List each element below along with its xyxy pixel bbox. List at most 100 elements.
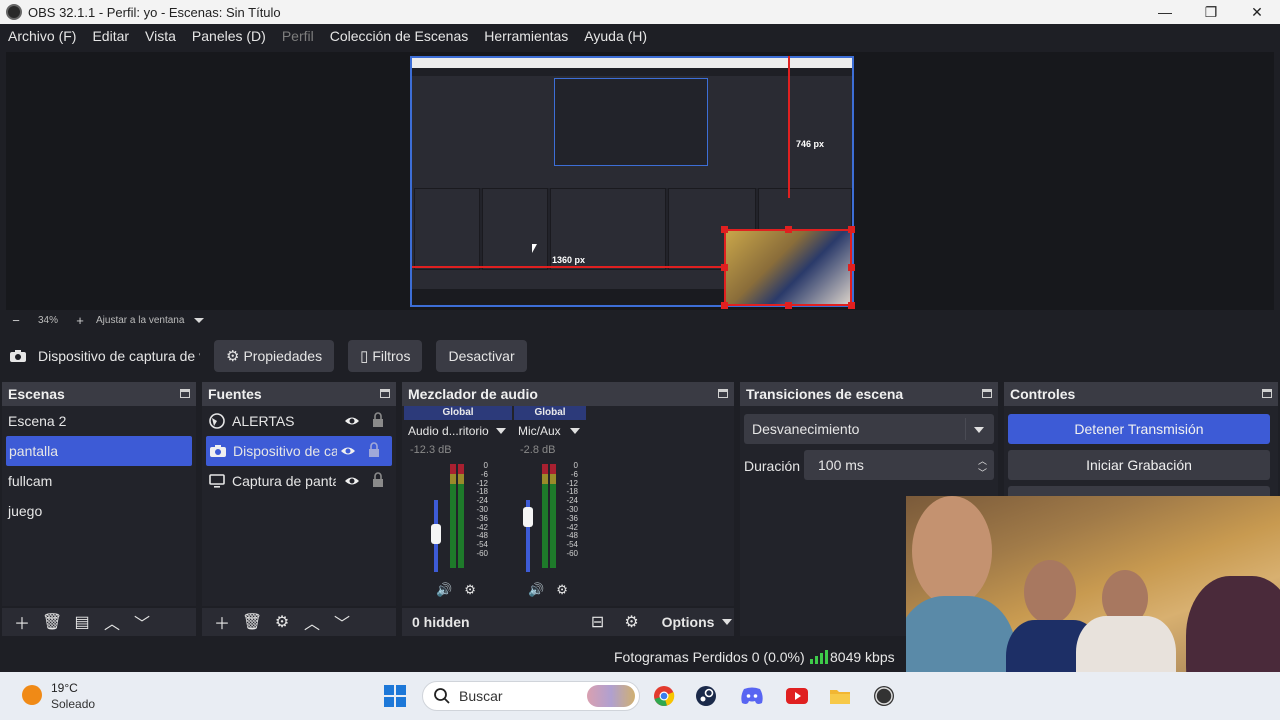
resize-handle[interactable] [848, 302, 855, 309]
chevron-down-icon[interactable] [570, 428, 580, 434]
resize-handle[interactable] [848, 226, 855, 233]
volume-fader-knob[interactable] [523, 506, 533, 527]
deactivate-button[interactable]: Desactivar [436, 340, 527, 372]
eye-icon[interactable] [344, 413, 360, 429]
scene-item-selected[interactable]: pantalla [6, 436, 192, 466]
properties-button[interactable]: ⚙ Propiedades [214, 340, 335, 372]
gear-icon[interactable]: ⚙ [556, 582, 568, 598]
discord-icon[interactable] [740, 684, 764, 708]
transitions-title: Transiciones de escena [746, 386, 904, 402]
advanced-audio-icon[interactable]: ⚙ [622, 612, 642, 632]
filters-button[interactable]: ▯ Filtros [348, 340, 423, 372]
meter-scale-tick: -60 [566, 548, 578, 558]
layout-icon[interactable]: ⊟ [588, 612, 608, 632]
channel-name[interactable]: Audio d...ritorio [404, 424, 512, 438]
scenes-dock: Escenas Escena 2 pantalla fullcam juego [2, 382, 196, 606]
scene-item[interactable]: fullcam [2, 466, 196, 496]
resize-handle[interactable] [721, 264, 728, 271]
chevron-down-icon[interactable] [974, 427, 984, 433]
lock-icon[interactable] [368, 442, 380, 458]
menu-docks[interactable]: Paneles (D) [184, 28, 274, 44]
eye-icon[interactable] [344, 473, 360, 489]
channel-name[interactable]: Mic/Aux [514, 424, 586, 438]
resize-handle[interactable] [848, 264, 855, 271]
zoom-fit-label[interactable]: Ajustar a la ventana [96, 315, 184, 326]
start-recording-button[interactable]: Iniciar Grabación [1008, 450, 1270, 480]
menu-view[interactable]: Vista [137, 28, 184, 44]
undock-icon[interactable] [982, 389, 992, 398]
windows-start-icon[interactable] [384, 685, 406, 707]
filter-icon[interactable]: ▤ [72, 612, 92, 632]
close-button[interactable]: ✕ [1234, 0, 1280, 24]
hidden-count[interactable]: 0 hidden [412, 614, 470, 630]
chevron-down-icon[interactable] [722, 619, 733, 625]
add-icon[interactable]: ＋ [212, 610, 232, 634]
chevron-down-icon[interactable] [496, 428, 506, 434]
speaker-icon[interactable]: 🔊 [436, 582, 452, 598]
channel-name-label: Mic/Aux [518, 424, 561, 438]
stop-stream-button[interactable]: Detener Transmisión [1008, 414, 1270, 444]
channel-group-label: Global [514, 406, 586, 420]
options-button[interactable]: Options [662, 614, 715, 630]
nested-preview [554, 78, 708, 166]
source-item[interactable]: Captura de pantalla [202, 466, 396, 496]
chevron-up-icon[interactable]: ︿ [302, 610, 322, 634]
resize-handle[interactable] [721, 226, 728, 233]
weather-temperature[interactable]: 19°C [51, 681, 78, 695]
trash-icon[interactable]: 🗑 [42, 612, 62, 632]
menu-help[interactable]: Ayuda (H) [576, 28, 655, 44]
sun-icon[interactable] [22, 685, 42, 705]
add-icon[interactable]: ＋ [12, 610, 32, 634]
chevron-up-icon[interactable]: ︿ [102, 610, 122, 634]
gear-icon[interactable]: ⚙ [464, 582, 476, 598]
minimize-button[interactable]: — [1142, 0, 1188, 24]
chrome-icon[interactable] [652, 684, 676, 708]
scenes-list: Escena 2 pantalla fullcam juego [2, 406, 196, 606]
maximize-button[interactable]: ❐ [1188, 0, 1234, 24]
chevron-down-icon[interactable]: ﹀ [332, 610, 352, 634]
resize-handle[interactable] [785, 302, 792, 309]
undock-icon[interactable] [380, 389, 390, 398]
volume-fader-knob[interactable] [431, 523, 441, 544]
source-item[interactable]: ALERTAS [202, 406, 396, 436]
taskbar-search[interactable]: Buscar [422, 681, 640, 711]
selected-source-box[interactable] [721, 226, 855, 309]
chevron-down-icon[interactable]: ﹀ [978, 466, 988, 478]
menu-profile: Perfil [281, 28, 314, 44]
lock-icon[interactable] [372, 472, 384, 488]
speaker-icon[interactable]: 🔊 [528, 582, 544, 598]
undock-icon[interactable] [718, 389, 728, 398]
mixer-footer: 0 hidden ⊟ ⚙ Options [402, 608, 734, 636]
zoom-out-button[interactable]: − [6, 313, 26, 328]
lock-icon[interactable] [372, 412, 384, 428]
menu-tools[interactable]: Herramientas [476, 28, 576, 44]
scene-item[interactable]: Escena 2 [2, 406, 196, 436]
youtube-icon[interactable] [785, 684, 809, 708]
meter-scale: 0 -6 -12 -18 -24 -30 -36 -42 -48 -54 -60 [468, 461, 488, 559]
duration-input[interactable]: 100 ms ︿ ﹀ [804, 450, 994, 480]
trash-icon[interactable]: 🗑 [242, 612, 262, 632]
undock-icon[interactable] [1262, 389, 1272, 398]
eye-icon[interactable] [340, 443, 356, 459]
chevron-down-icon[interactable] [194, 317, 205, 323]
resize-handle[interactable] [721, 302, 728, 309]
gear-icon: ⚙ [226, 348, 240, 365]
menu-scene-collection[interactable]: Colección de Escenas [322, 28, 477, 44]
undock-icon[interactable] [180, 389, 190, 398]
source-item-selected[interactable]: Dispositivo de captura de vídeo [206, 436, 392, 466]
weather-condition[interactable]: Soleado [51, 697, 95, 711]
obs-taskbar-icon[interactable] [872, 684, 896, 708]
sources-title: Fuentes [208, 386, 262, 402]
steam-icon[interactable] [694, 684, 718, 708]
chevron-down-icon[interactable]: ﹀ [132, 610, 152, 634]
menu-file[interactable]: Archivo (F) [0, 28, 84, 44]
nested-menu-bar [412, 68, 852, 76]
zoom-in-button[interactable]: + [70, 313, 90, 328]
resize-handle[interactable] [785, 226, 792, 233]
menu-edit[interactable]: Editar [84, 28, 137, 44]
scene-item[interactable]: juego [2, 496, 196, 526]
transition-select[interactable]: Desvanecimiento [744, 414, 994, 444]
gear-icon[interactable]: ⚙ [272, 612, 292, 632]
folder-icon[interactable] [828, 684, 852, 708]
chevron-up-icon[interactable]: ︿ [978, 454, 988, 466]
